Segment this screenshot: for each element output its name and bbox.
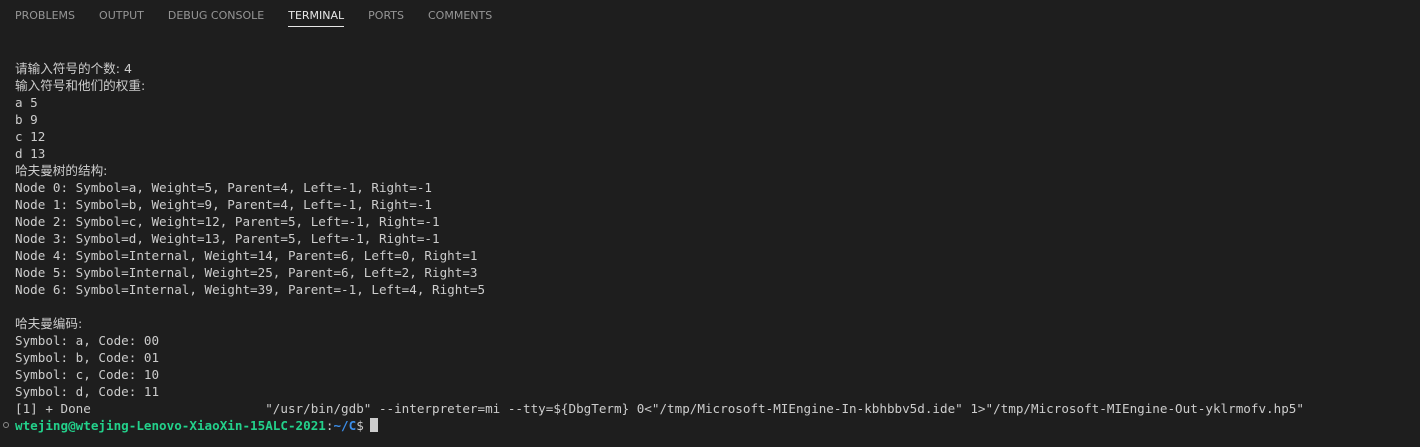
terminal-line: Node 5: Symbol=Internal, Weight=25, Pare… <box>15 265 478 280</box>
tab-comments[interactable]: COMMENTS <box>428 0 492 30</box>
tab-output[interactable]: OUTPUT <box>99 0 144 30</box>
terminal-cursor <box>369 418 378 432</box>
terminal-line: Symbol: c, Code: 10 <box>15 367 160 382</box>
terminal-line: 请输入符号的个数: 4 <box>15 61 133 76</box>
tab-ports[interactable]: PORTS <box>368 0 404 30</box>
terminal-line: c 12 <box>15 129 46 144</box>
terminal-line: 哈夫曼编码: <box>15 316 83 331</box>
tab-terminal[interactable]: TERMINAL <box>288 0 344 30</box>
terminal-line: a 5 <box>15 95 38 110</box>
prompt-path: ~/C <box>333 418 357 433</box>
terminal-line: d 13 <box>15 146 46 161</box>
terminal-line: Node 4: Symbol=Internal, Weight=14, Pare… <box>15 248 478 263</box>
terminal-line: b 9 <box>15 112 38 127</box>
terminal-line: Symbol: b, Code: 01 <box>15 350 160 365</box>
terminal-line: 哈夫曼树的结构: <box>15 163 108 178</box>
tab-debug-console[interactable]: DEBUG CONSOLE <box>168 0 264 30</box>
prompt-symbol: $ <box>356 418 364 433</box>
terminal-output[interactable]: 请输入符号的个数: 4 输入符号和他们的权重: a 5 b 9 c 12 d 1… <box>0 60 1420 440</box>
terminal-line: Symbol: a, Code: 00 <box>15 333 160 348</box>
tab-problems[interactable]: PROBLEMS <box>15 0 75 30</box>
terminal-panel: PROBLEMS OUTPUT DEBUG CONSOLE TERMINAL P… <box>0 0 1420 447</box>
prompt-user-host: wtejing@wtejing-Lenovo-XiaoXin-15ALC-202… <box>15 418 326 433</box>
terminal-line: Node 1: Symbol=b, Weight=9, Parent=4, Le… <box>15 197 433 212</box>
terminal-line: Node 6: Symbol=Internal, Weight=39, Pare… <box>15 282 486 297</box>
panel-tab-bar: PROBLEMS OUTPUT DEBUG CONSOLE TERMINAL P… <box>0 0 1420 30</box>
terminal-prompt-line[interactable]: wtejing@wtejing-Lenovo-XiaoXin-15ALC-202… <box>0 417 1420 434</box>
terminal-line: [1] + Done "/usr/bin/gdb" --interpreter=… <box>15 401 1304 416</box>
terminal-line: Node 2: Symbol=c, Weight=12, Parent=5, L… <box>15 214 440 229</box>
command-decoration-icon[interactable] <box>3 422 9 428</box>
terminal-line: Node 3: Symbol=d, Weight=13, Parent=5, L… <box>15 231 440 246</box>
terminal-line: 输入符号和他们的权重: <box>15 78 146 93</box>
terminal-line: Node 0: Symbol=a, Weight=5, Parent=4, Le… <box>15 180 433 195</box>
terminal-line: Symbol: d, Code: 11 <box>15 384 160 399</box>
